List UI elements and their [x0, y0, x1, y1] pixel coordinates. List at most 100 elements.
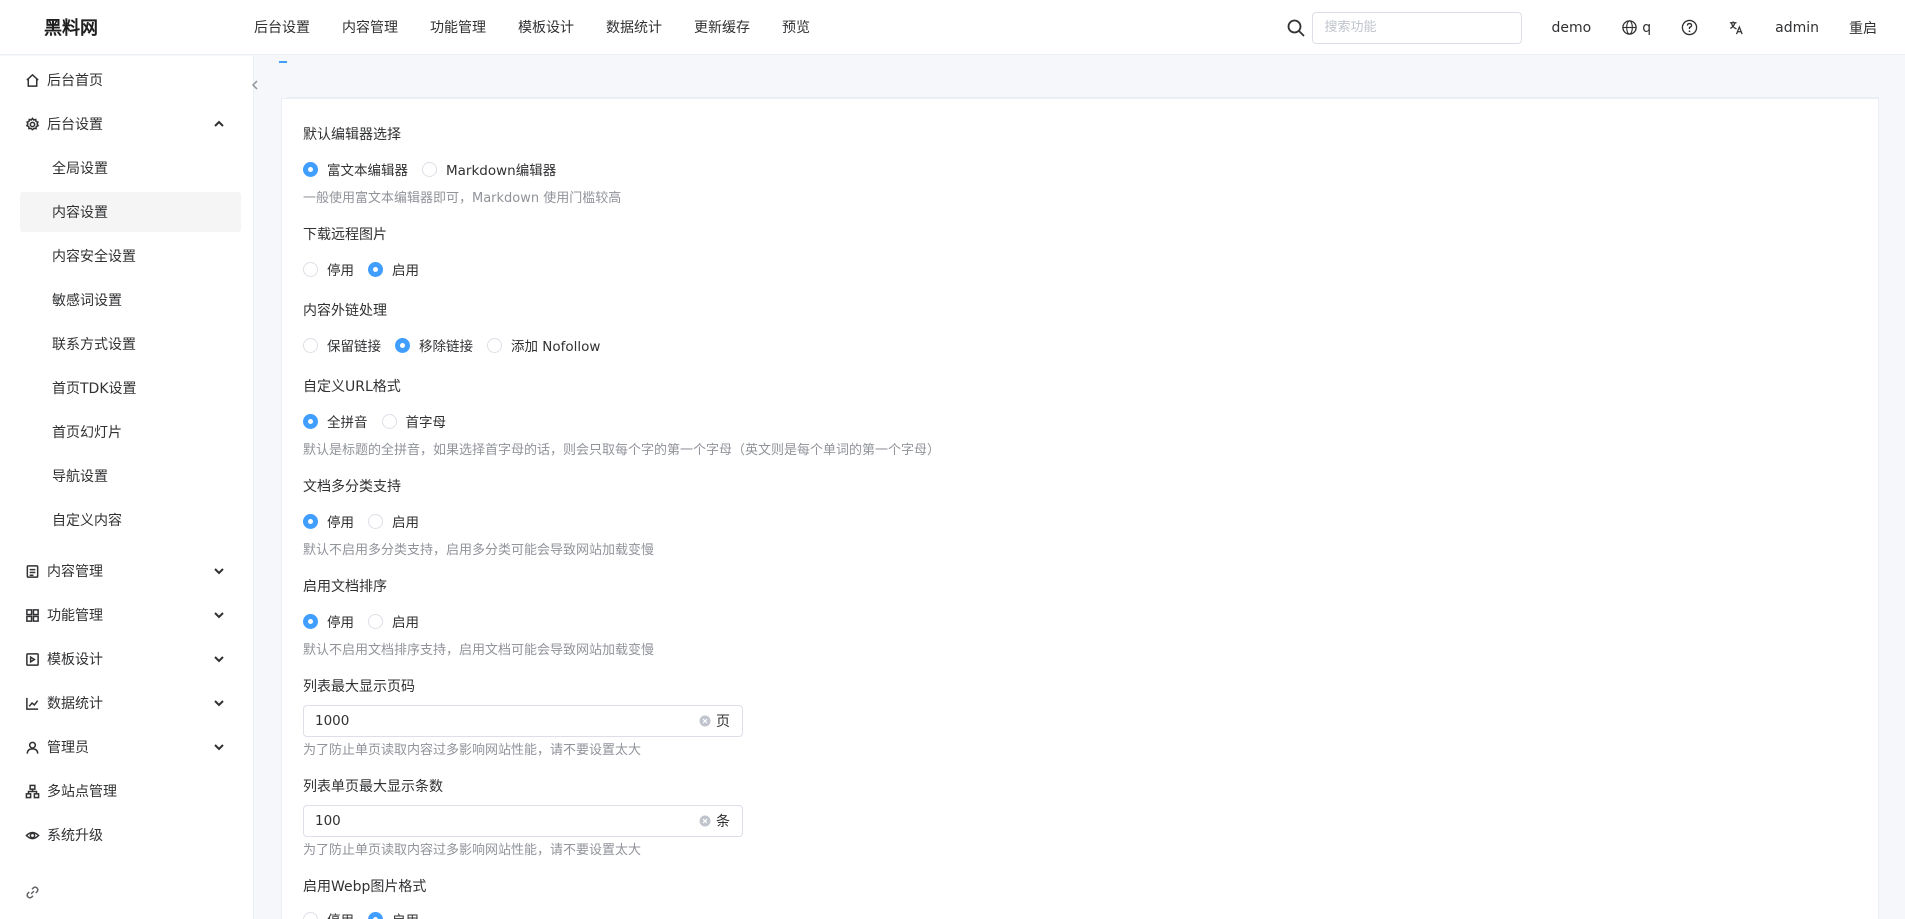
- site-label: demo: [1551, 19, 1592, 36]
- sidebar-sub-navigation[interactable]: 导航设置: [20, 456, 241, 496]
- sidebar: 后台首页 后台设置 全局设置 内容设置 内容安全设置 敏感词设置 联系方式设置 …: [0, 56, 254, 919]
- radio-dot: [303, 161, 318, 177]
- doc-sort-hint: 默认不启用文档排序支持，启用文档可能会导致网站加载变慢: [303, 643, 655, 658]
- radio-dot: [487, 337, 502, 353]
- sidebar-item-dashboard[interactable]: 后台首页: [0, 60, 254, 100]
- radio-dot: [368, 513, 383, 529]
- radio-remote-image-on[interactable]: 启用: [368, 259, 419, 279]
- remote-image-label: 下载远程图片: [303, 227, 387, 243]
- sidebar-sub-sensitive-words[interactable]: 敏感词设置: [20, 280, 241, 320]
- url-format-label: 自定义URL格式: [303, 379, 401, 395]
- chevron-down-icon: [214, 612, 224, 619]
- editor-label: 默认编辑器选择: [303, 127, 401, 143]
- top-nav-statistics[interactable]: 数据统计: [606, 17, 662, 37]
- grid-icon: [26, 608, 39, 622]
- template-icon: [26, 652, 39, 666]
- radio-dot: [368, 911, 383, 919]
- sidebar-sub-global[interactable]: 全局设置: [20, 148, 241, 188]
- top-nav-update-cache[interactable]: 更新缓存: [694, 17, 750, 37]
- radio-webp-on[interactable]: 启用: [368, 909, 419, 919]
- sidebar-item-label: 功能管理: [47, 608, 103, 624]
- radio-multi-category-on[interactable]: 启用: [368, 511, 419, 531]
- sidebar-item-label: 多站点管理: [47, 784, 117, 800]
- globe-icon: [1622, 20, 1638, 35]
- top-nav-backend-settings[interactable]: 后台设置: [254, 17, 310, 37]
- editor-hint: 一般使用富文本编辑器即可，Markdown 使用门槛较高: [303, 191, 622, 206]
- search-icon[interactable]: [1286, 18, 1306, 38]
- sidebar-sub-custom-content[interactable]: 自定义内容: [20, 500, 241, 540]
- radio-webp-off[interactable]: 停用: [303, 909, 354, 919]
- max-per-page-input-group: 条: [303, 805, 743, 837]
- chevron-down-icon: [214, 656, 224, 663]
- sidebar-item-admins[interactable]: 管理员: [0, 727, 254, 767]
- gear-icon: [25, 116, 40, 131]
- sidebar-sub-content[interactable]: 内容设置: [20, 192, 241, 232]
- radio-dot: [303, 613, 318, 629]
- max-per-page-input[interactable]: [304, 806, 699, 836]
- max-page-hint: 为了防止单页读取内容过多影响网站性能，请不要设置太大: [303, 743, 642, 758]
- radio-remove-links[interactable]: 移除链接: [395, 335, 473, 355]
- radio-rich-text-editor[interactable]: 富文本编辑器: [303, 159, 408, 179]
- collapse-sidebar-icon[interactable]: [250, 79, 260, 91]
- radio-add-nofollow[interactable]: 添加 Nofollow: [487, 335, 600, 355]
- top-nav-preview[interactable]: 预览: [782, 17, 810, 37]
- chevron-down-icon: [214, 744, 224, 751]
- top-nav-template-design[interactable]: 模板设计: [518, 17, 574, 37]
- sidebar-sub-content-security[interactable]: 内容安全设置: [20, 236, 241, 276]
- sidebar-sub-contact[interactable]: 联系方式设置: [20, 324, 241, 364]
- radio-full-pinyin[interactable]: 全拼音: [303, 411, 368, 431]
- language-label: q: [1642, 19, 1652, 36]
- brand-logo[interactable]: 黑料网: [0, 14, 254, 40]
- sidebar-item-statistics[interactable]: 数据统计: [0, 683, 254, 723]
- site-switch[interactable]: demo: [1552, 20, 1592, 36]
- sidebar-item-label: 后台设置: [47, 117, 103, 133]
- account-menu[interactable]: admin: [1775, 20, 1819, 36]
- radio-multi-category-off[interactable]: 停用: [303, 511, 354, 531]
- doc-sort-radio-group: 停用 启用: [303, 611, 433, 631]
- outlink-radio-group: 保留链接 移除链接 添加 Nofollow: [303, 335, 614, 355]
- chart-icon: [26, 697, 39, 710]
- translate-button[interactable]: [1728, 19, 1745, 36]
- sidebar-item-content-manage[interactable]: 内容管理: [0, 551, 254, 591]
- multi-category-label: 文档多分类支持: [303, 479, 401, 495]
- link-icon[interactable]: [25, 885, 40, 900]
- clear-icon[interactable]: [699, 815, 711, 827]
- radio-doc-sort-on[interactable]: 启用: [368, 611, 419, 631]
- multi-category-hint: 默认不启用多分类支持，启用多分类可能会导致网站加载变慢: [303, 543, 655, 558]
- translate-icon: [1730, 21, 1743, 35]
- sidebar-item-label: 数据统计: [47, 696, 103, 712]
- max-page-label: 列表最大显示页码: [303, 679, 415, 695]
- max-page-input[interactable]: [304, 706, 699, 736]
- sidebar-item-template-design[interactable]: 模板设计: [0, 639, 254, 679]
- top-nav-function-manage[interactable]: 功能管理: [430, 17, 486, 37]
- help-button[interactable]: [1681, 19, 1698, 36]
- top-nav-content-manage[interactable]: 内容管理: [342, 17, 398, 37]
- search-input[interactable]: [1311, 11, 1522, 44]
- radio-dot: [395, 337, 410, 353]
- top-header: 黑料网 后台设置 内容管理 功能管理 模板设计 数据统计 更新缓存 预览 dem…: [0, 0, 1905, 55]
- radio-remote-image-off[interactable]: 停用: [303, 259, 354, 279]
- header-right: demo q admin 重启: [1286, 0, 1905, 55]
- sidebar-item-upgrade[interactable]: 系统升级: [0, 815, 254, 855]
- radio-markdown-editor[interactable]: Markdown编辑器: [422, 159, 556, 179]
- sidebar-item-label: 内容管理: [47, 564, 103, 580]
- user-icon: [26, 741, 39, 754]
- radio-dot: [381, 413, 397, 429]
- radio-dot: [368, 613, 383, 629]
- radio-keep-links[interactable]: 保留链接: [303, 335, 381, 355]
- radio-initials[interactable]: 首字母: [381, 411, 446, 431]
- max-per-page-label: 列表单页最大显示条数: [303, 779, 443, 795]
- sidebar-sub-slides[interactable]: 首页幻灯片: [20, 412, 241, 452]
- sidebar-item-backend-settings[interactable]: 后台设置: [0, 104, 254, 144]
- sidebar-item-function-manage[interactable]: 功能管理: [0, 595, 254, 635]
- max-page-suffix: 页: [716, 714, 730, 730]
- top-nav: 后台设置 内容管理 功能管理 模板设计 数据统计 更新缓存 预览: [254, 17, 842, 37]
- restart-button[interactable]: 重启: [1849, 18, 1877, 38]
- language-switch[interactable]: q: [1621, 19, 1651, 36]
- sidebar-sub-home-tdk[interactable]: 首页TDK设置: [20, 368, 241, 408]
- sidebar-item-multisite[interactable]: 多站点管理: [0, 771, 254, 811]
- url-format-hint: 默认是标题的全拼音，如果选择首字母的话，则会只取每个字的第一个字母（英文则是每个…: [303, 443, 941, 458]
- clear-icon[interactable]: [699, 715, 711, 727]
- radio-doc-sort-off[interactable]: 停用: [303, 611, 354, 631]
- radio-dot: [303, 413, 318, 429]
